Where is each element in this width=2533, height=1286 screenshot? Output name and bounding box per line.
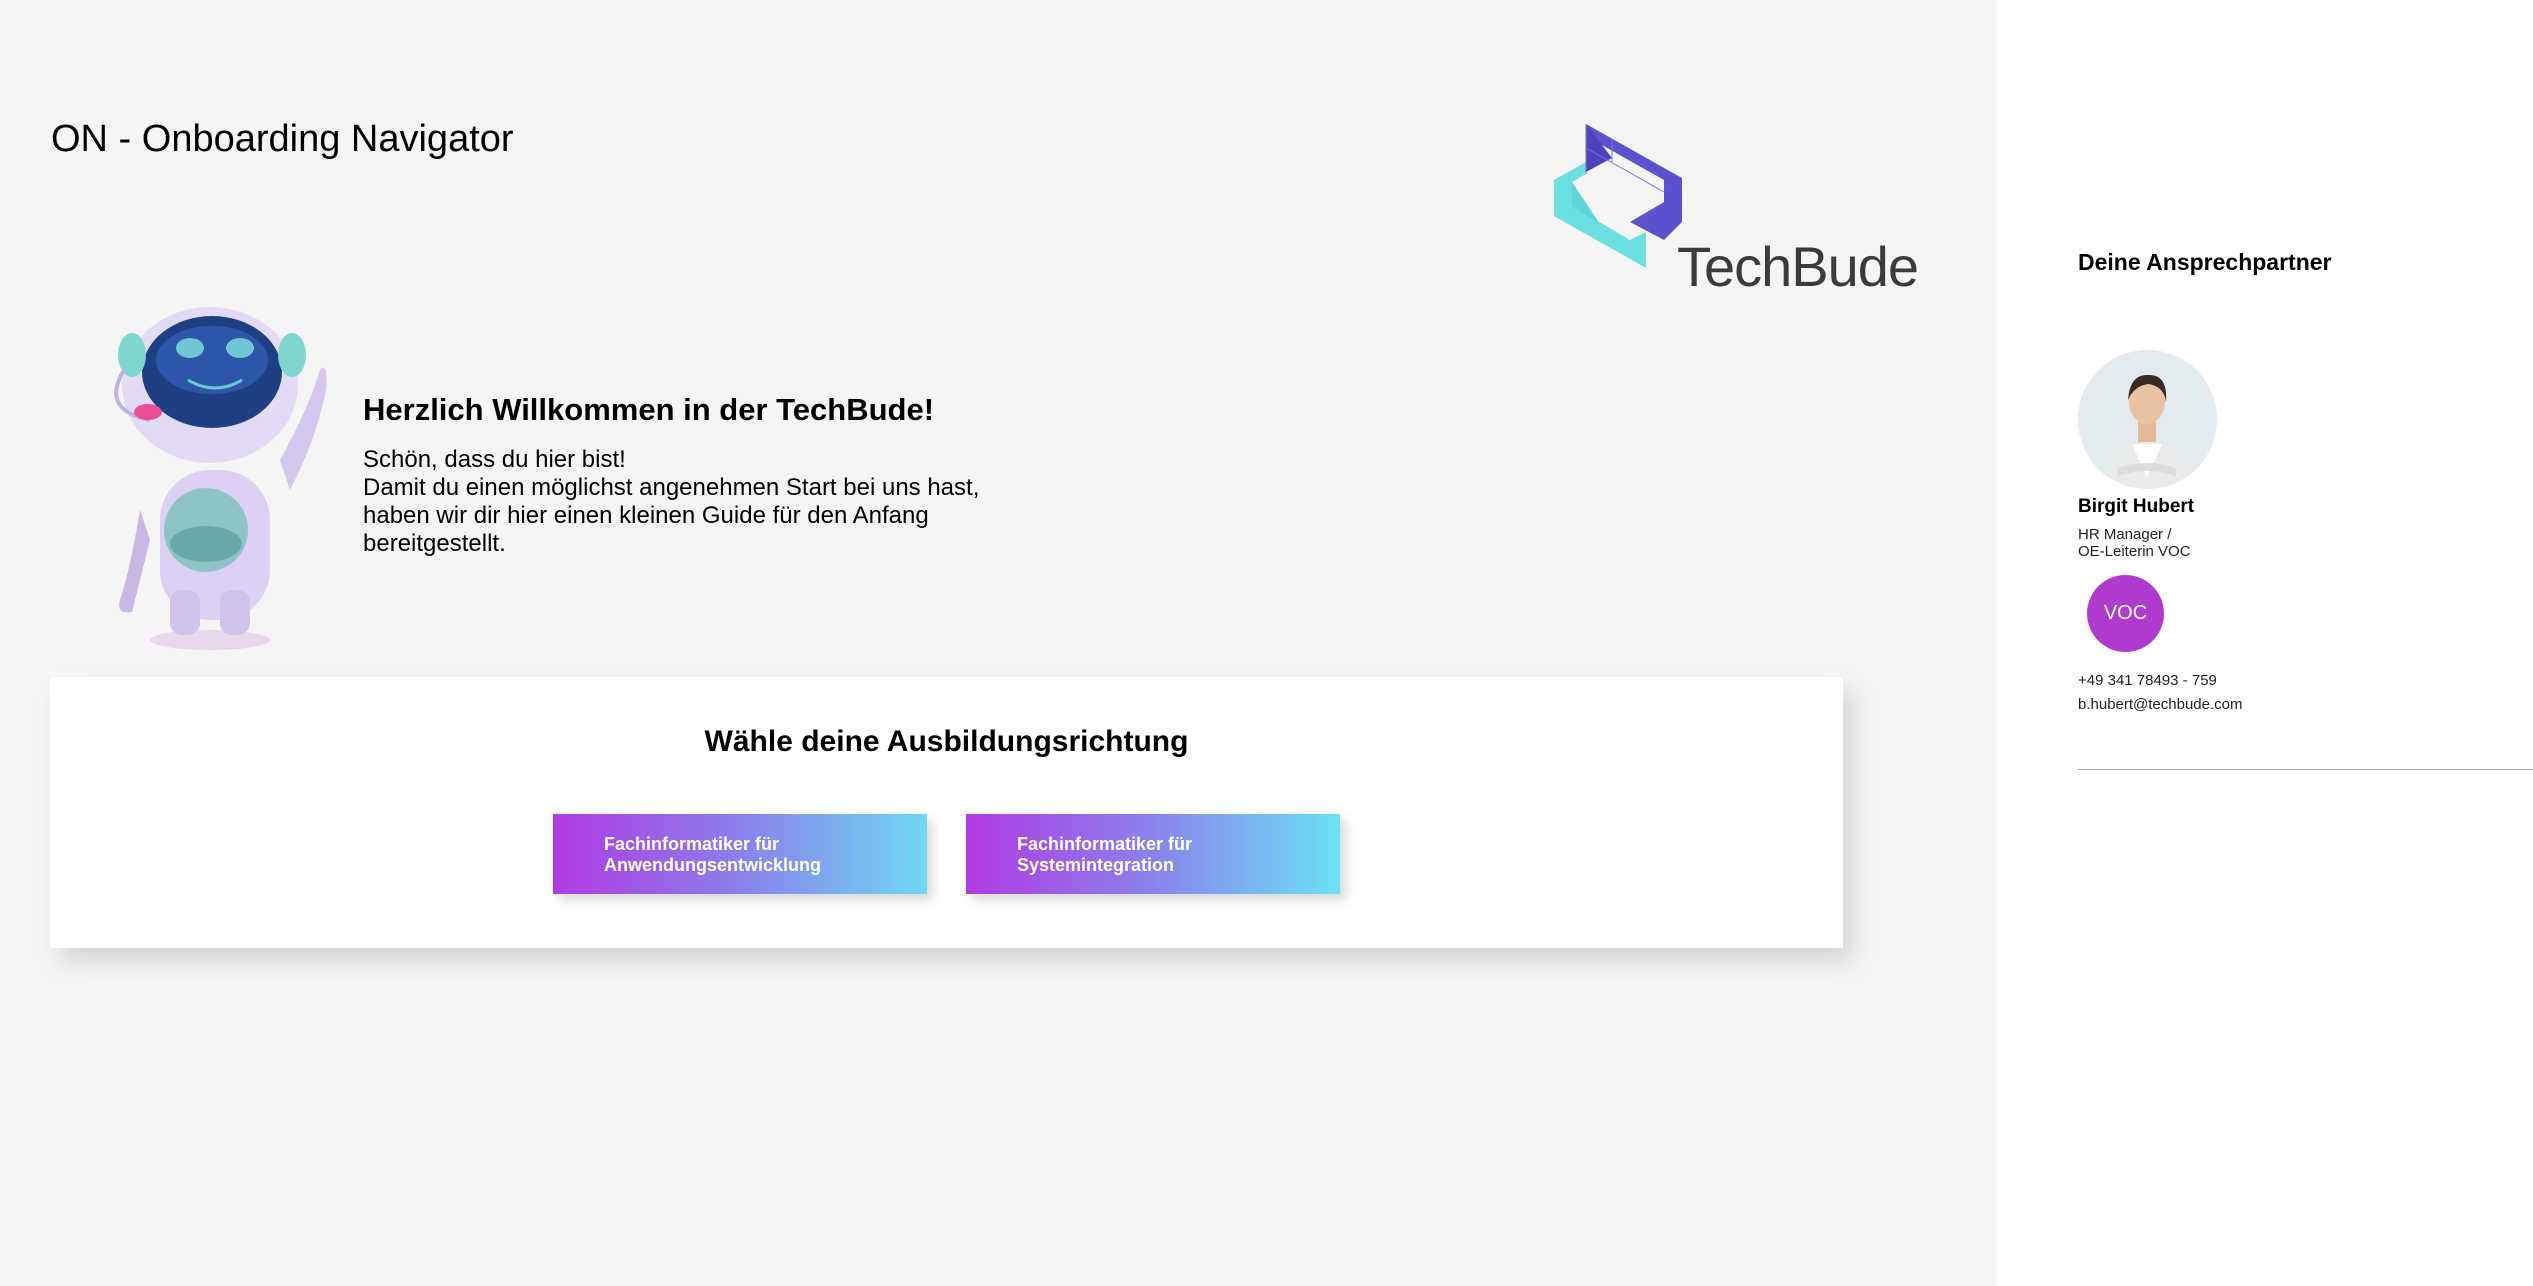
welcome-line: Schön, dass du hier bist!	[363, 446, 626, 473]
welcome-section: Herzlich Willkommen in der TechBude! Sch…	[363, 392, 1043, 558]
welcome-line: haben wir dir hier einen kleinen Guide f…	[363, 502, 929, 529]
sidebar-title: Deine Ansprechpartner	[2078, 249, 2332, 275]
training-selection-card: Wähle deine Ausbildungsrichtung Fachinfo…	[50, 677, 1843, 948]
contact-role-line: HR Manager /	[2078, 526, 2172, 543]
divider	[2078, 769, 2533, 770]
avatar	[2078, 350, 2217, 489]
welcome-heading: Herzlich Willkommen in der TechBude!	[363, 392, 935, 427]
contact-email[interactable]: b.hubert@techbude.com	[2078, 696, 2243, 713]
app-title: ON - Onboarding Navigator	[51, 118, 514, 160]
option-anwendungsentwicklung-button[interactable]: Fachinformatiker für Anwendungsentwicklu…	[553, 814, 927, 894]
department-badge: VOC	[2087, 575, 2164, 652]
contact-phone[interactable]: +49 341 78493 - 759	[2078, 672, 2217, 689]
selection-heading: Wähle deine Ausbildungsrichtung	[704, 725, 1189, 758]
person-avatar-icon	[2078, 350, 2217, 489]
contact-role-line: OE-Leiterin VOC	[2078, 543, 2191, 560]
techbude-logo-icon	[1554, 124, 1682, 268]
welcome-line: bereitgestellt.	[363, 530, 506, 557]
logo-text: TechBude	[1677, 235, 1919, 298]
main-area: ON - Onboarding Navigator TechBude Herzl…	[0, 0, 1997, 1286]
welcome-text: Schön, dass du hier bist! Damit du einen…	[363, 446, 1043, 558]
contact-role: HR Manager / OE-Leiterin VOC	[2078, 526, 2191, 560]
button-label-line: Systemintegration	[1017, 855, 1175, 875]
contact-name: Birgit Hubert	[2078, 496, 2195, 517]
button-label-line: Anwendungsentwicklung	[604, 855, 822, 875]
button-label-line: Fachinformatiker für	[1017, 834, 1193, 854]
robot-mascot-icon	[80, 300, 340, 660]
option-systemintegration-button[interactable]: Fachinformatiker für Systemintegration	[966, 814, 1340, 894]
welcome-line: Damit du einen möglichst angenehmen Star…	[363, 474, 980, 501]
techbude-logo: TechBude	[1552, 122, 1942, 298]
button-label-line: Fachinformatiker für	[604, 834, 780, 854]
contacts-sidebar: Deine Ansprechpartner Birgit Hubert HR M…	[1997, 0, 2533, 1286]
